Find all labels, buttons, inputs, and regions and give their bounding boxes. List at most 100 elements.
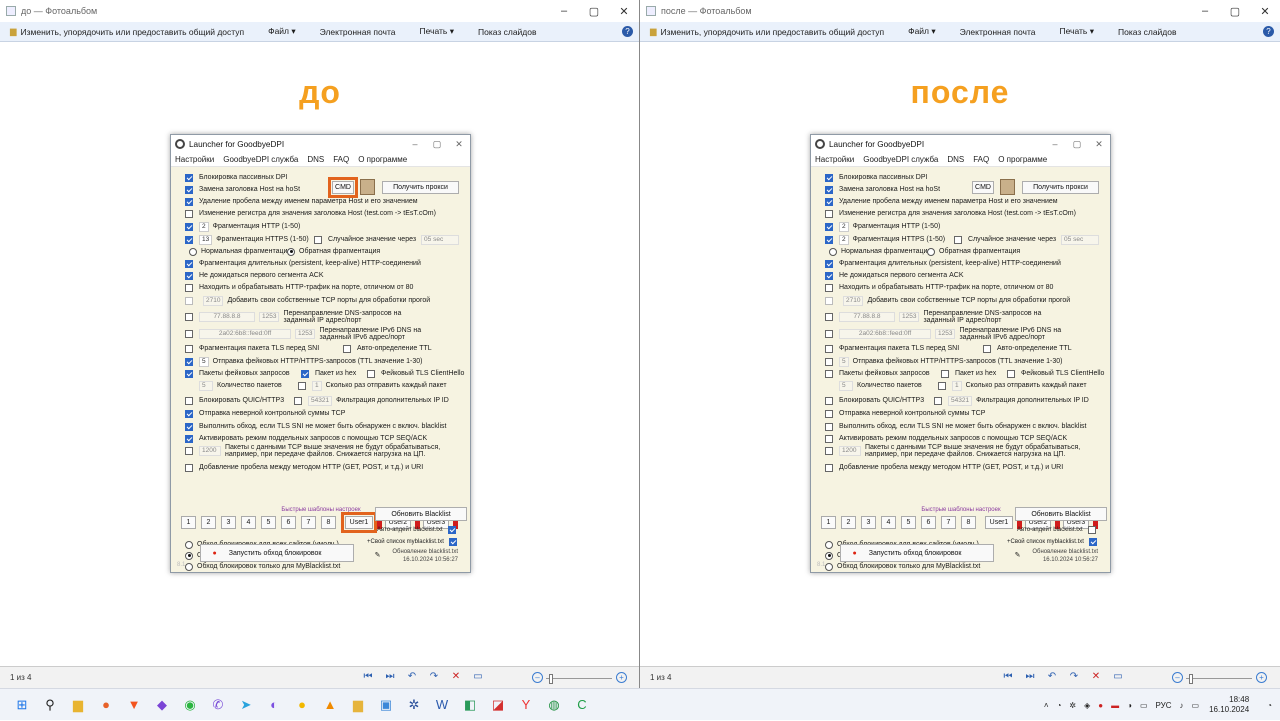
add-ports-checkbox[interactable]: [825, 296, 833, 305]
menu-1[interactable]: GoodbyeDPI служба: [863, 155, 938, 164]
dns-port-input[interactable]: 1253: [899, 311, 920, 322]
host-case-checkbox[interactable]: [185, 185, 193, 194]
hex-checkbox[interactable]: [301, 369, 309, 378]
quick-template-8[interactable]: 8: [961, 516, 976, 529]
language-indicator[interactable]: РУС: [1156, 701, 1172, 710]
dns-ip-input[interactable]: 77.88.8.8: [199, 311, 255, 322]
tray-icon-1[interactable]: ◔: [1057, 701, 1062, 710]
blacklist-sni-checkbox[interactable]: [185, 422, 193, 431]
port-value[interactable]: 2710: [843, 295, 864, 306]
port80-checkbox[interactable]: [825, 283, 833, 292]
brave-icon[interactable]: ▼: [122, 693, 146, 717]
goodbyedpi-icon[interactable]: ✲: [402, 693, 426, 717]
quick-template-1[interactable]: 1: [821, 516, 836, 529]
host-space-checkbox[interactable]: [185, 197, 193, 206]
firefox-icon[interactable]: ●: [94, 693, 118, 717]
app-close-icon[interactable]: ✕: [1088, 139, 1110, 150]
menu-4[interactable]: О программе: [358, 155, 407, 164]
normal-frag-radio[interactable]: [829, 247, 837, 256]
menu-3[interactable]: FAQ: [333, 155, 349, 164]
host-space-checkbox[interactable]: [825, 197, 833, 206]
fake-ttl-value[interactable]: 5: [839, 356, 849, 367]
resend-checkbox[interactable]: [298, 381, 306, 390]
hex-checkbox[interactable]: [941, 369, 949, 378]
menu-1[interactable]: GoodbyeDPI служба: [223, 155, 298, 164]
max-payload-value[interactable]: 1200: [839, 445, 861, 456]
add-space-checkbox[interactable]: [185, 463, 193, 472]
zoom-out-icon[interactable]: –: [532, 672, 543, 683]
frag-https-value[interactable]: 2: [839, 234, 849, 245]
client-hello-checkbox[interactable]: [1007, 369, 1015, 378]
display-icon[interactable]: ▭: [1110, 671, 1126, 682]
clock[interactable]: 18:48 16.10.2024: [1209, 695, 1249, 715]
viber-icon[interactable]: ✆: [206, 693, 230, 717]
frag-https-checkbox[interactable]: [185, 235, 193, 244]
zoom-thumb[interactable]: [1189, 674, 1193, 684]
zoom-in-icon[interactable]: +: [616, 672, 627, 683]
edit-icon[interactable]: ✎: [1011, 548, 1024, 561]
bad-sum-checkbox[interactable]: [185, 409, 193, 418]
max-payload-checkbox[interactable]: [185, 446, 193, 455]
close-icon[interactable]: ✕: [1250, 5, 1280, 18]
edit-icon[interactable]: ✎: [371, 548, 384, 561]
app2-icon[interactable]: ◐: [262, 693, 286, 717]
passive-dpi-checkbox[interactable]: [825, 173, 833, 182]
all-sites-radio[interactable]: [825, 540, 833, 549]
start-icon[interactable]: ⊞: [10, 693, 34, 717]
slideshow-button[interactable]: Показ слайдов: [478, 27, 537, 37]
update-blacklist-button[interactable]: Обновить Blacklist: [375, 507, 467, 521]
start-button[interactable]: ● Запустить обход блокировок: [200, 544, 354, 562]
tray-icon-4[interactable]: ●: [1098, 701, 1103, 710]
yandex-icon[interactable]: Y: [514, 693, 538, 717]
quick-template-8[interactable]: 8: [321, 516, 336, 529]
quick-template-5[interactable]: 5: [261, 516, 276, 529]
ipid-checkbox[interactable]: [934, 396, 942, 405]
persistent-checkbox[interactable]: [185, 259, 193, 268]
rotate-right-icon[interactable]: ↷: [426, 671, 442, 682]
word-icon[interactable]: W: [430, 693, 454, 717]
app4-icon[interactable]: ◪: [486, 693, 510, 717]
explorer-icon[interactable]: ▆: [66, 693, 90, 717]
ipid-value[interactable]: 54321: [308, 395, 333, 406]
start-button[interactable]: ● Запустить обход блокировок: [840, 544, 994, 562]
folder-icon[interactable]: ▆: [346, 693, 370, 717]
resend-value[interactable]: 1: [952, 380, 962, 391]
zoom-out-icon[interactable]: –: [1172, 672, 1183, 683]
port-value[interactable]: 2710: [203, 295, 224, 306]
port80-checkbox[interactable]: [185, 283, 193, 292]
auto-ttl-checkbox[interactable]: [343, 344, 351, 353]
photos-icon[interactable]: ▣: [374, 693, 398, 717]
fake-ttl-value[interactable]: 5: [199, 356, 209, 367]
random-value-select[interactable]: 05 sec: [1061, 234, 1100, 245]
resend-value[interactable]: 1: [312, 380, 322, 391]
email-button[interactable]: Электронная почта: [320, 27, 396, 37]
first-icon[interactable]: ⏮: [360, 671, 376, 682]
frag-http-checkbox[interactable]: [825, 222, 833, 231]
myblacklist-radio[interactable]: [825, 562, 833, 571]
passive-dpi-checkbox[interactable]: [185, 173, 193, 182]
app5-icon[interactable]: C: [570, 693, 594, 717]
rotate-left-icon[interactable]: ↶: [1044, 671, 1060, 682]
quick-template-2[interactable]: 2: [201, 516, 216, 529]
share-button[interactable]: ▆ Изменить, упорядочить или предоставить …: [650, 26, 884, 37]
quick-template-4[interactable]: 4: [241, 516, 256, 529]
app-icon[interactable]: ◆: [150, 693, 174, 717]
ipv6-port-input[interactable]: 1253: [295, 328, 316, 339]
menu-0[interactable]: Настройки: [815, 155, 854, 164]
file-menu[interactable]: Файл ▾: [908, 26, 936, 37]
seq-ack-checkbox[interactable]: [825, 434, 833, 443]
normal-frag-radio[interactable]: [189, 247, 197, 256]
quick-template-1[interactable]: 1: [181, 516, 196, 529]
tls-frag-checkbox[interactable]: [185, 344, 193, 353]
random-value-select[interactable]: 05 sec: [421, 234, 460, 245]
dns-port-input[interactable]: 1253: [259, 311, 280, 322]
client-hello-checkbox[interactable]: [367, 369, 375, 378]
quick-template-3[interactable]: 3: [221, 516, 236, 529]
proxy-list-icon[interactable]: [360, 179, 375, 195]
frag-http-value[interactable]: 2: [839, 221, 849, 232]
file-menu[interactable]: Файл ▾: [268, 26, 296, 37]
own-list-checkbox[interactable]: [1088, 537, 1097, 546]
app-minimize-icon[interactable]: –: [1044, 139, 1066, 150]
quic-checkbox[interactable]: [185, 396, 193, 405]
max-payload-value[interactable]: 1200: [199, 445, 221, 456]
